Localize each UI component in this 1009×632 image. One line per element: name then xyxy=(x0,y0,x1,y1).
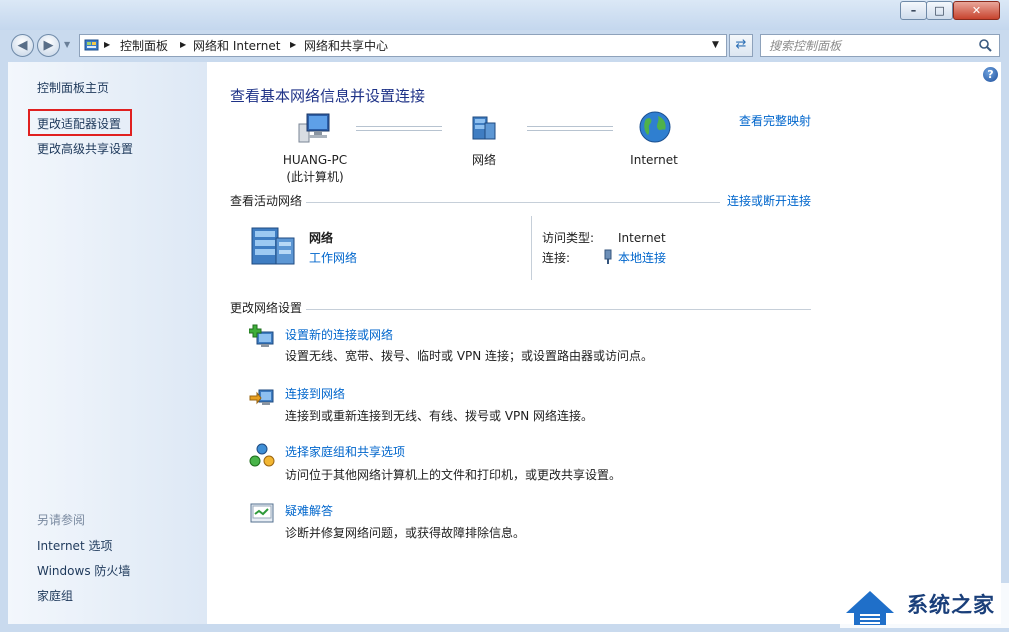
search-placeholder: 搜索控制面板 xyxy=(769,39,842,53)
close-button[interactable]: ✕ xyxy=(953,1,1000,20)
minimize-icon: – xyxy=(910,4,917,17)
title-bar: – □ ✕ xyxy=(0,0,1009,30)
search-icon[interactable] xyxy=(978,38,993,53)
recent-pages-dropdown[interactable]: ▼ xyxy=(64,40,70,49)
minimize-button[interactable]: – xyxy=(900,1,927,20)
access-type-label: 访问类型: xyxy=(542,231,595,245)
connect-network-icon xyxy=(249,389,274,405)
globe-icon[interactable] xyxy=(638,110,672,144)
breadcrumb-control-panel[interactable]: 控制面板 xyxy=(120,39,168,53)
breadcrumb-network-internet[interactable]: 网络和 Internet xyxy=(193,39,280,53)
connection-line xyxy=(356,126,442,131)
task-troubleshoot-desc: 诊断并修复网络问题，或获得故障排除信息。 xyxy=(285,526,526,540)
search-box[interactable]: 搜索控制面板 xyxy=(760,34,1000,57)
refresh-button[interactable]: ⇄ xyxy=(729,34,753,57)
ethernet-icon xyxy=(604,249,612,264)
computer-icon[interactable] xyxy=(297,112,331,144)
maximize-icon: □ xyxy=(934,4,945,17)
task-troubleshoot-link[interactable]: 疑难解答 xyxy=(285,503,333,519)
new-connection-icon xyxy=(249,324,274,347)
computer-name: HUANG-PC xyxy=(282,153,348,167)
breadcrumb-network-sharing-center[interactable]: 网络和共享中心 xyxy=(304,39,388,53)
breadcrumb-separator[interactable]: ▶ xyxy=(104,40,110,49)
connection-line xyxy=(527,126,613,131)
see-also-windows-firewall[interactable]: Windows 防火墙 xyxy=(37,563,130,579)
arrow-right-icon: ▶ xyxy=(43,38,54,53)
address-bar[interactable]: ▶ 控制面板 ▶ 网络和 Internet ▶ 网络和共享中心 ▼ xyxy=(79,34,727,57)
connect-disconnect-link[interactable]: 连接或断开连接 xyxy=(727,193,811,209)
task-homegroup-link[interactable]: 选择家庭组和共享选项 xyxy=(285,444,405,460)
active-networks-heading: 查看活动网络 xyxy=(230,194,303,208)
active-network-name: 网络 xyxy=(309,231,334,245)
homegroup-icon xyxy=(249,443,275,467)
internet-label: Internet xyxy=(630,153,678,167)
task-setup-connection-desc: 设置无线、宽带、拨号、临时或 VPN 连接；或设置路由器或访问点。 xyxy=(285,349,654,363)
local-connection-link[interactable]: 本地连接 xyxy=(618,250,666,266)
window: – □ ✕ ◀ ▶ ▼ ▶ 控制面板 ▶ 网络和 Internet ▶ 网络和共… xyxy=(0,0,1009,632)
sidebar-item-control-panel-home[interactable]: 控制面板主页 xyxy=(37,80,109,96)
access-type-value: Internet xyxy=(618,231,666,245)
site-logo-text: 系统之家 xyxy=(907,593,995,617)
back-button[interactable]: ◀ xyxy=(11,34,34,57)
vertical-divider xyxy=(531,216,532,280)
see-also-heading: 另请参阅 xyxy=(37,513,86,527)
section-divider xyxy=(306,309,811,310)
maximize-button[interactable]: □ xyxy=(926,1,953,20)
highlight-box xyxy=(28,109,132,136)
see-also-internet-options[interactable]: Internet 选项 xyxy=(37,538,112,554)
view-full-map-link[interactable]: 查看完整映射 xyxy=(739,113,811,129)
troubleshoot-icon xyxy=(250,503,274,523)
breadcrumb-separator[interactable]: ▶ xyxy=(180,40,186,49)
help-icon[interactable]: ? xyxy=(983,67,998,82)
section-divider xyxy=(306,202,720,203)
control-panel-icon xyxy=(84,39,99,51)
page-title: 查看基本网络信息并设置连接 xyxy=(230,87,426,105)
forward-button[interactable]: ▶ xyxy=(37,34,60,57)
arrow-left-icon: ◀ xyxy=(17,38,28,53)
close-icon: ✕ xyxy=(971,4,982,17)
network-type-link[interactable]: 工作网络 xyxy=(309,250,357,266)
see-also-homegroup[interactable]: 家庭组 xyxy=(37,588,73,604)
task-connect-network-desc: 连接到或重新连接到无线、有线、拨号或 VPN 网络连接。 xyxy=(285,409,594,423)
navigation-bar: ◀ ▶ ▼ ▶ 控制面板 ▶ 网络和 Internet ▶ 网络和共享中心 ▼ … xyxy=(0,30,1009,62)
breadcrumb-separator[interactable]: ▶ xyxy=(290,40,296,49)
network-label: 网络 xyxy=(471,153,496,167)
task-setup-connection-link[interactable]: 设置新的连接或网络 xyxy=(285,327,393,343)
task-connect-network-link[interactable]: 连接到网络 xyxy=(285,386,345,402)
refresh-icon: ⇄ xyxy=(735,37,747,52)
network-building-icon xyxy=(251,227,295,265)
network-icon[interactable] xyxy=(467,113,499,143)
change-settings-heading: 更改网络设置 xyxy=(230,301,303,315)
address-dropdown-icon[interactable]: ▼ xyxy=(712,40,719,50)
connection-label: 连接: xyxy=(542,251,571,265)
sidebar-item-advanced-sharing-settings[interactable]: 更改高级共享设置 xyxy=(37,141,133,157)
task-homegroup-desc: 访问位于其他网络计算机上的文件和打印机，或更改共享设置。 xyxy=(285,468,622,482)
computer-sublabel: (此计算机) xyxy=(286,170,344,184)
